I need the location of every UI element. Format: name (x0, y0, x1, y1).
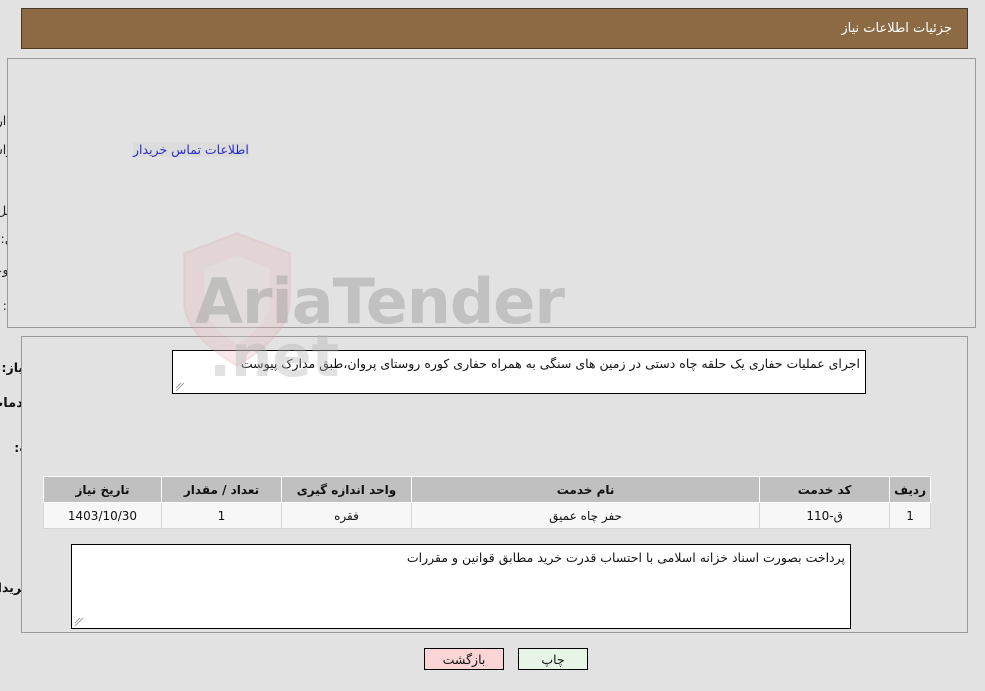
table-header-row: ردیف کد خدمت نام خدمت واحد اندازه گیری ت… (44, 476, 932, 503)
overview-textarea[interactable]: اجرای عملیات حفاری یک حلقه چاه دستی در ز… (173, 350, 867, 394)
table-row: 1 ق-110 حفر چاه عمیق فقره 1 1403/10/30 (44, 502, 932, 529)
cell-quantity: 1 (162, 502, 283, 529)
print-button[interactable]: چاپ (519, 648, 589, 670)
back-button[interactable]: بازگشت (425, 648, 505, 670)
page-header: جزئیات اطلاعات نیاز (22, 8, 969, 49)
cell-radif: 1 (890, 502, 932, 529)
col-quantity: تعداد / مقدار (162, 476, 283, 503)
col-radif: ردیف (890, 476, 932, 503)
buyer-notes-textarea[interactable]: پرداخت بصورت اسناد خزانه اسلامی با احتسا… (72, 544, 852, 629)
need-info-panel (8, 58, 977, 328)
col-need-date: تاریخ نیاز (44, 476, 163, 503)
services-table: ردیف کد خدمت نام خدمت واحد اندازه گیری ت… (44, 476, 932, 529)
cell-name: حفر چاه عمیق (411, 502, 762, 529)
resize-grip-icon[interactable] (75, 617, 85, 627)
cell-need-date: 1403/10/30 (44, 502, 163, 529)
cell-unit: فقره (282, 502, 413, 529)
page-title: جزئیات اطلاعات نیاز (842, 21, 953, 36)
resize-grip-icon[interactable] (176, 382, 186, 392)
buyer-notes-text: پرداخت بصورت اسناد خزانه اسلامی با احتسا… (407, 550, 846, 565)
buyer-contact-link[interactable]: اطلاعات تماس خریدار (134, 142, 250, 157)
col-name: نام خدمت (411, 476, 762, 503)
col-code: کد خدمت (760, 476, 892, 503)
col-unit: واحد اندازه گیری (282, 476, 413, 503)
overview-text: اجرای عملیات حفاری یک حلقه چاه دستی در ز… (241, 356, 861, 371)
cell-code: ق-110 (760, 502, 892, 529)
